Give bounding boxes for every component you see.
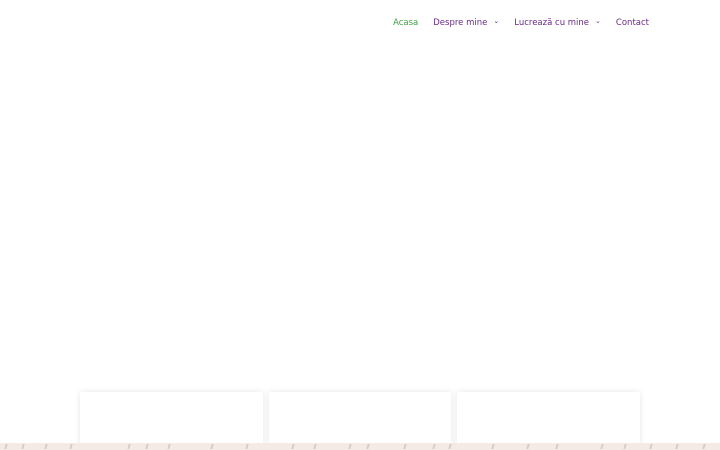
decorative-stroke xyxy=(526,444,530,449)
decorative-stroke xyxy=(432,444,436,449)
nav-item-label: Contact xyxy=(615,17,649,28)
nav-item-lucreaza-cu-mine[interactable]: Lucrează cu mine ⌄ xyxy=(514,14,601,31)
decorative-stroke xyxy=(4,444,8,449)
hero-section xyxy=(0,46,720,392)
nav-item-label: Lucrează cu mine xyxy=(514,17,590,28)
decorative-stroke xyxy=(145,444,149,449)
decorative-stroke xyxy=(600,444,604,449)
decorative-stroke xyxy=(403,444,407,449)
feature-cards xyxy=(80,392,640,450)
nav-item-despre-mine[interactable]: Despre mine ⌄ xyxy=(433,14,499,31)
decorative-stroke xyxy=(649,444,653,449)
chevron-down-icon: ⌄ xyxy=(595,17,601,25)
chevron-down-icon: ⌄ xyxy=(493,17,500,25)
decorative-stroke xyxy=(623,444,627,449)
feature-card[interactable] xyxy=(269,392,451,450)
decorative-stroke xyxy=(245,444,249,449)
decorative-stroke xyxy=(366,444,370,449)
nav-item-contact[interactable]: Contact xyxy=(616,14,649,31)
main-navigation: Acasa Despre mine ⌄ Lucrează cu mine ⌄ C… xyxy=(393,14,649,31)
nav-item-label: Acasa xyxy=(393,17,419,28)
decorative-stroke xyxy=(555,444,559,449)
feature-card[interactable] xyxy=(80,392,263,450)
decorative-stroke xyxy=(127,444,131,449)
nav-item-label: Despre mine xyxy=(433,17,488,28)
decorative-stroke xyxy=(313,444,317,449)
decorative-stroke xyxy=(44,444,48,449)
decorative-stroke xyxy=(702,444,706,449)
decorative-stroke xyxy=(291,444,295,449)
site-header: Acasa Despre mine ⌄ Lucrează cu mine ⌄ C… xyxy=(0,0,720,46)
decorative-stroke xyxy=(675,444,679,449)
feature-card[interactable] xyxy=(457,392,640,450)
decorative-stroke xyxy=(21,444,25,449)
nav-item-acasa[interactable]: Acasa xyxy=(393,14,418,31)
decorative-band xyxy=(0,443,720,450)
page: Acasa Despre mine ⌄ Lucrează cu mine ⌄ C… xyxy=(0,0,720,450)
decorative-stroke xyxy=(348,444,352,449)
decorative-stroke xyxy=(210,444,214,449)
decorative-stroke xyxy=(167,444,171,449)
decorative-stroke xyxy=(491,444,495,449)
decorative-stroke xyxy=(448,444,452,449)
decorative-stroke xyxy=(69,444,73,449)
